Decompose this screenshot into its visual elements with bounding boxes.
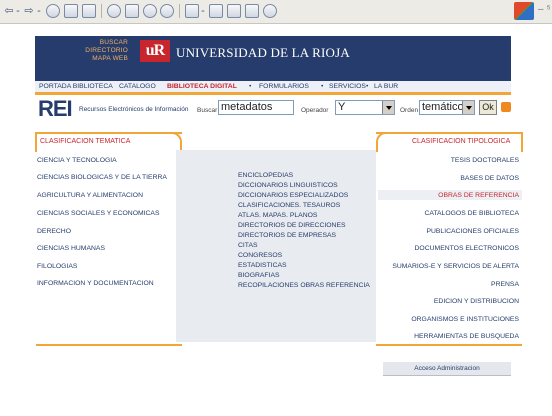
tipologica-item[interactable]: SUMARIOS-E Y SERVICIOS DE ALERTA	[392, 263, 519, 270]
buscar-label: Buscar	[197, 107, 218, 114]
referencia-item[interactable]: ESTADISTICAS	[238, 262, 287, 269]
acceso-administracion-button[interactable]: Acceso Administracion	[383, 362, 511, 376]
operador-select[interactable]: Y	[335, 100, 395, 115]
clasificacion-tipologica-title: CLASIFICACION TIPOLOGICA	[412, 138, 511, 145]
nav-servicios[interactable]: SERVICIOS	[329, 81, 366, 92]
referencia-item[interactable]: CITAS	[238, 242, 258, 249]
tematica-item[interactable]: CIENCIAS SOCIALES Y ECONOMICAS	[37, 210, 160, 217]
university-logo[interactable]: uR	[140, 40, 170, 62]
nav-separator: •	[366, 83, 369, 90]
nav-biblioteca-digital[interactable]: BIBLIOTECA DIGITAL	[167, 81, 237, 92]
nav-formularios[interactable]: FORMULARIOS	[259, 81, 309, 92]
stop-icon[interactable]	[46, 4, 60, 18]
messenger-icon[interactable]	[263, 4, 277, 18]
tematica-item[interactable]: CIENCIAS HUMANAS	[37, 245, 105, 252]
forward-dropdown[interactable]: -	[35, 3, 43, 19]
nav-catalogo[interactable]: CATALOGO	[119, 81, 156, 92]
clasificacion-tematica-panel	[35, 132, 182, 346]
tematica-item[interactable]: AGRICULTURA Y ALIMENTACION	[37, 192, 143, 199]
tematica-item[interactable]: INFORMACION Y DOCUMENTACION	[37, 280, 154, 287]
orden-select[interactable]: temático	[419, 100, 475, 115]
search-icon[interactable]	[107, 4, 121, 18]
chevron-down-icon[interactable]	[382, 101, 394, 114]
operador-value: Y	[338, 101, 346, 113]
nav-separator: •	[249, 83, 252, 90]
tipologica-item[interactable]: HERRAMIENTAS DE BUSQUEDA	[414, 333, 519, 340]
ok-button[interactable]: Ok	[479, 100, 497, 115]
nav-separator: •	[321, 83, 324, 90]
tipologica-item[interactable]: ORGANISMOS E INSTITUCIONES	[411, 316, 519, 323]
clasificacion-tematica-title: CLASIFICACION TEMATICA	[40, 138, 131, 145]
toolbar-divider	[179, 4, 180, 18]
referencia-item[interactable]: ATLAS. MAPAS. PLANOS	[238, 212, 317, 219]
edit-icon[interactable]	[227, 4, 241, 18]
referencia-item[interactable]: ENCICLOPEDIAS	[238, 172, 293, 179]
main-nav: PORTADA BIBLIOTECA CATALOGO BIBLIOTECA D…	[35, 81, 511, 92]
tipologica-item[interactable]: PUBLICACIONES OFICIALES	[426, 228, 519, 235]
tipologica-item-selected[interactable]: OBRAS DE REFERENCIA	[438, 192, 519, 199]
tematica-item[interactable]: CIENCIA Y TECNOLOGIA	[37, 157, 117, 164]
referencia-item[interactable]: BIOGRAFIAS	[238, 272, 280, 279]
discuss-icon[interactable]	[245, 4, 259, 18]
tematica-item[interactable]: FILOLOGIAS	[37, 263, 77, 270]
referencia-item[interactable]: CLASIFICACIONES. TESAUROS	[238, 202, 340, 209]
browser-toolbar: ⇦ - ⇨ - - – ⁵	[0, 0, 552, 24]
referencia-item[interactable]: CONGRESOS	[238, 252, 282, 259]
search-input[interactable]: metadatos	[218, 100, 294, 115]
nav-la-bur[interactable]: LA BUR	[374, 81, 398, 92]
home-icon[interactable]	[82, 4, 96, 18]
orden-label: Orden	[400, 107, 419, 114]
mail-icon[interactable]	[185, 4, 199, 18]
rss-icon[interactable]	[501, 102, 511, 112]
quick-link-mapa-web[interactable]: MAPA WEB	[78, 55, 128, 63]
search-bar: REI Recursos Electrónicos de Información…	[35, 95, 511, 121]
mail-dropdown[interactable]: -	[199, 3, 207, 19]
media-icon[interactable]	[143, 4, 157, 18]
referencia-item[interactable]: RECOPILACIONES OBRAS REFERENCIA	[238, 282, 370, 289]
quick-links: BUSCAR DIRECTORIO MAPA WEB	[78, 39, 128, 63]
referencia-item[interactable]: DIRECTORIOS DE DIRECCIONES	[238, 222, 346, 229]
tematica-item[interactable]: CIENCIAS BIOLOGICAS Y DE LA TIERRA	[37, 174, 167, 181]
tipologica-item[interactable]: CATALOGOS DE BIBLIOTECA	[424, 210, 519, 217]
favorites-icon[interactable]	[125, 4, 139, 18]
toolbar-divider	[101, 4, 102, 18]
referencia-item[interactable]: DICCIONARIOS LINGUISTICOS	[238, 182, 338, 189]
tipologica-item[interactable]: TESIS DOCTORALES	[451, 157, 519, 164]
tipologica-item[interactable]: PRENSA	[491, 281, 519, 288]
orden-value: temático	[422, 101, 464, 113]
rei-subtitle: Recursos Electrónicos de Información	[79, 106, 189, 113]
windows-logo-icon	[514, 2, 534, 20]
operador-label: Operador	[301, 107, 329, 114]
window-controls: – ⁵	[538, 4, 551, 15]
history-icon[interactable]	[160, 4, 174, 18]
refresh-icon[interactable]	[64, 4, 78, 18]
quick-link-directorio[interactable]: DIRECTORIO	[78, 47, 128, 55]
university-title: UNIVERSIDAD DE LA RIOJA	[176, 45, 350, 60]
referencia-item[interactable]: DICCIONARIOS ESPECIALIZADOS	[238, 192, 348, 199]
chevron-down-icon[interactable]	[462, 101, 474, 114]
tipologica-item[interactable]: BASES DE DATOS	[460, 175, 519, 182]
rei-logo: REI	[38, 96, 73, 121]
print-icon[interactable]	[209, 4, 223, 18]
clasificacion-tipologica-panel	[376, 132, 523, 346]
nav-portada-biblioteca[interactable]: PORTADA BIBLIOTECA	[39, 81, 113, 92]
referencia-item[interactable]: DIRECTORIOS DE EMPRESAS	[238, 232, 336, 239]
tematica-item[interactable]: DERECHO	[37, 228, 71, 235]
tipologica-item[interactable]: DOCUMENTOS ELECTRONICOS	[415, 245, 519, 252]
forward-icon[interactable]: ⇨	[22, 3, 36, 19]
back-dropdown[interactable]: -	[14, 3, 22, 19]
tipologica-item[interactable]: EDICION Y DISTRIBUCION	[434, 298, 519, 305]
quick-link-buscar[interactable]: BUSCAR	[78, 39, 128, 47]
